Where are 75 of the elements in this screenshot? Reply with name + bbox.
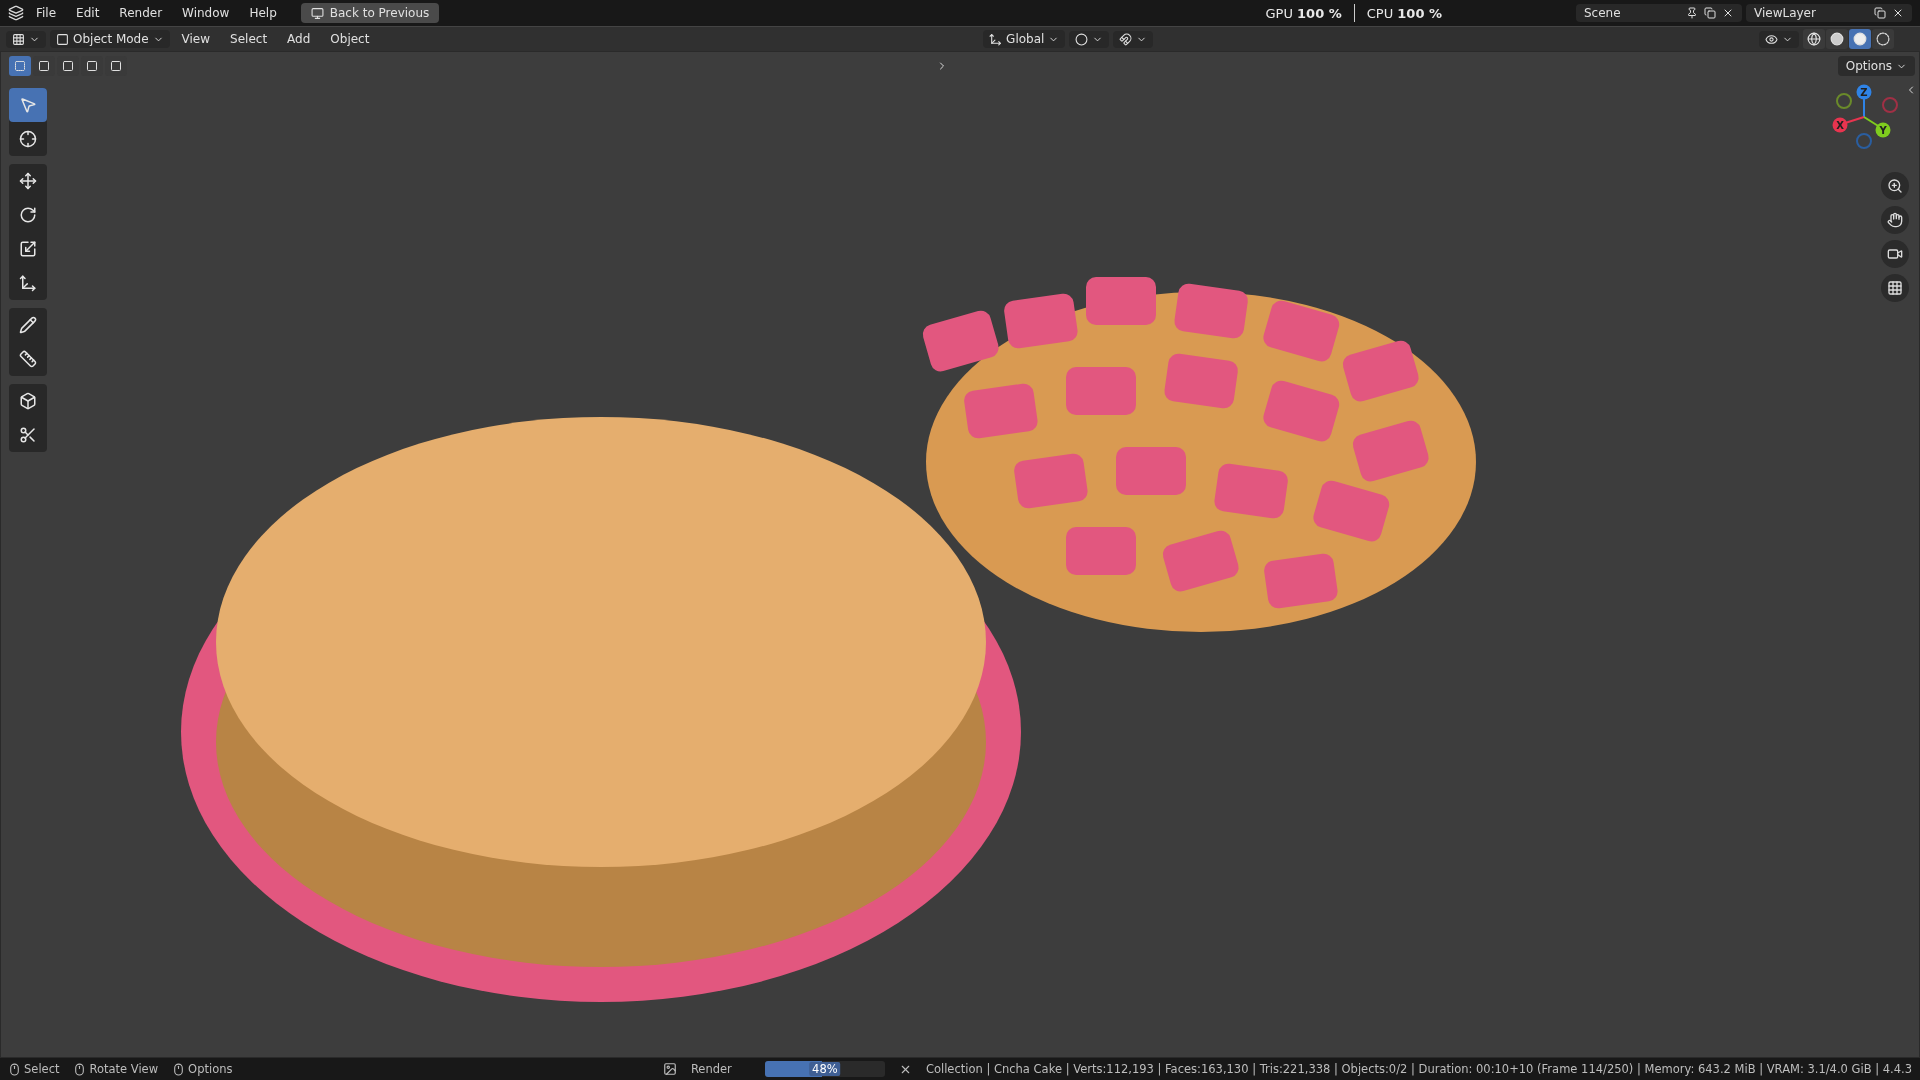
editor-type-dropdown[interactable] <box>6 30 46 48</box>
eye-icon <box>1765 32 1778 46</box>
wireframe-shading-button[interactable] <box>1803 29 1825 49</box>
camera-view-button[interactable] <box>1881 240 1909 268</box>
view-layer-field[interactable]: ViewLayer <box>1746 4 1912 22</box>
axis-gizmo-drawing[interactable]: Z X Y <box>1829 82 1899 152</box>
magnet-icon <box>1119 32 1133 46</box>
close-icon <box>1722 7 1734 19</box>
scissors-icon <box>19 426 37 444</box>
snap-dropdown[interactable] <box>1113 30 1154 48</box>
solid-sphere-icon <box>1830 32 1844 46</box>
axes-icon <box>989 32 1003 46</box>
grid-view-button[interactable] <box>1881 274 1909 302</box>
pivot-dropdown[interactable] <box>1069 30 1110 48</box>
header-menu-item[interactable]: Select <box>222 30 276 48</box>
grid-icon <box>12 32 25 46</box>
select-box-tool[interactable] <box>9 88 47 122</box>
usage-stat: CPU 100 % <box>1366 5 1442 21</box>
pan-button[interactable] <box>1881 206 1909 234</box>
circle-icon <box>1075 32 1089 46</box>
menu-item[interactable]: File <box>28 3 65 23</box>
usage-stat: GPU 100 % <box>1265 5 1342 21</box>
scene-statistics: Collection | Cncha Cake | Verts:112,193 | Faces:163,130 | Tris:221,338 | Objects:0/2 | Duration: 00:10+10 (Frame 114/250) | Memory: 643.2 MiB | VRAM: 3.1/4.0 GiB | 4.4.3 <box>925 1062 1912 1076</box>
cube-icon <box>19 392 37 410</box>
scene-field[interactable]: Scene <box>1576 4 1742 22</box>
zoom-button[interactable] <box>1881 172 1909 200</box>
render-icon <box>662 1062 677 1076</box>
header-menu-item[interactable]: Add <box>279 30 319 48</box>
material-sphere-icon <box>1853 32 1867 46</box>
mouse-icon <box>73 1062 87 1076</box>
status-hint: Select <box>24 1062 60 1076</box>
mouse-icon <box>172 1062 186 1076</box>
monitor-icon <box>310 6 324 20</box>
render-progress-bar: 48% <box>764 1061 885 1077</box>
copy-icon <box>1874 7 1886 19</box>
grid-icon <box>1887 280 1903 296</box>
square-icon <box>86 60 98 72</box>
zoom-icon <box>1887 178 1903 194</box>
menu-item[interactable]: Window <box>174 3 238 23</box>
menu-item[interactable]: Edit <box>68 3 108 23</box>
orientation-dropdown[interactable]: Global <box>983 30 1066 48</box>
square-icon <box>38 60 50 72</box>
render-label: Render <box>690 1062 733 1076</box>
rotate-icon <box>19 206 37 224</box>
wireframe-sphere-icon <box>1807 32 1821 46</box>
selection-mode-button[interactable] <box>9 56 31 76</box>
scale-icon <box>19 240 37 258</box>
transform-icon <box>19 274 37 292</box>
back-to-previous-button[interactable]: Back to Previous <box>300 3 440 23</box>
mouse-icon <box>8 1062 21 1076</box>
status-hint: Rotate View <box>89 1062 159 1076</box>
menu-item[interactable]: Help <box>241 3 285 23</box>
pin-icon <box>1686 7 1698 19</box>
hand-icon <box>1887 212 1903 228</box>
close-icon <box>1892 7 1904 19</box>
copy-icon <box>1704 7 1716 19</box>
pencil-icon <box>19 316 37 334</box>
material-shading-button[interactable] <box>1849 29 1871 49</box>
square-icon <box>110 60 122 72</box>
move-icon <box>19 172 37 190</box>
camera-icon <box>1887 246 1903 262</box>
square-icon <box>14 60 26 72</box>
menu-item[interactable]: Render <box>111 3 171 23</box>
rendered-shading-button[interactable] <box>1872 29 1894 49</box>
header-menu-item[interactable]: View <box>173 30 219 48</box>
status-hint: Options <box>188 1062 233 1076</box>
mode-dropdown[interactable]: Object Mode <box>50 30 170 48</box>
ruler-icon <box>19 350 37 368</box>
cursor-icon <box>19 130 37 148</box>
solid-shading-button[interactable] <box>1826 29 1848 49</box>
square-icon <box>62 60 74 72</box>
visibility-dropdown[interactable] <box>1759 30 1799 48</box>
rendered-sphere-icon <box>1876 32 1890 46</box>
header-menu-item[interactable]: Object <box>322 30 378 48</box>
options-dropdown[interactable]: Options <box>1837 56 1915 76</box>
